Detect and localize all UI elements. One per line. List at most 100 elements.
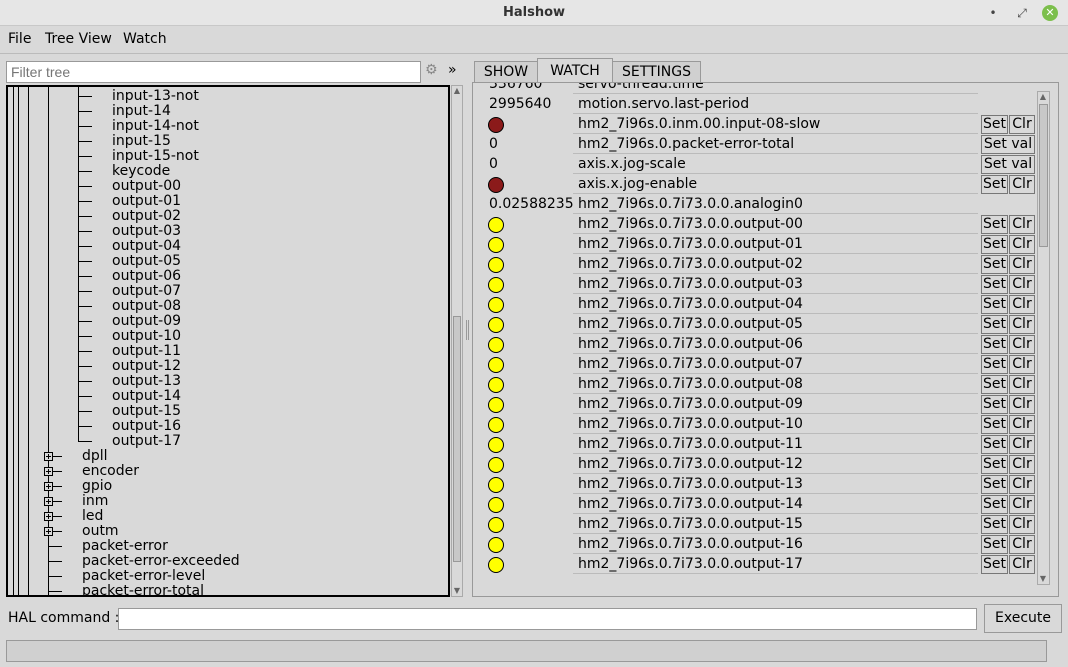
tree-scroll-thumb[interactable] <box>453 316 461 562</box>
set-button[interactable]: Set <box>981 235 1008 254</box>
hal-command-input[interactable] <box>118 608 977 630</box>
set-button[interactable]: Set <box>981 435 1008 454</box>
expand-panel-icon[interactable]: » <box>448 62 462 80</box>
clear-button[interactable]: Clr <box>1009 555 1035 574</box>
menu-file[interactable]: File <box>8 31 31 47</box>
tree-branch[interactable]: inm <box>82 494 108 509</box>
clear-button[interactable]: Clr <box>1009 335 1035 354</box>
tree-node[interactable]: input-14-not <box>112 119 199 134</box>
execute-button[interactable]: Execute <box>984 604 1062 633</box>
expand-icon[interactable] <box>44 527 53 536</box>
clear-button[interactable]: Clr <box>1009 315 1035 334</box>
tree-node[interactable]: output-15 <box>112 404 181 419</box>
expand-icon[interactable] <box>44 497 53 506</box>
tree-node[interactable]: output-14 <box>112 389 181 404</box>
expand-icon[interactable] <box>44 467 53 476</box>
tree-node[interactable]: output-10 <box>112 329 181 344</box>
set-button[interactable]: Set <box>981 375 1008 394</box>
tree-node[interactable]: packet-error-total <box>82 584 204 596</box>
pane-sash[interactable] <box>466 320 469 340</box>
tree-node[interactable]: packet-error <box>82 539 168 554</box>
hal-tree[interactable]: input-13-not input-14 input-14-not input-15… <box>6 85 450 597</box>
clear-button[interactable]: Clr <box>1009 455 1035 474</box>
tree-node[interactable]: output-06 <box>112 269 181 284</box>
expand-icon[interactable] <box>44 452 53 461</box>
clear-button[interactable]: Clr <box>1009 255 1035 274</box>
tree-node[interactable]: output-13 <box>112 374 181 389</box>
set-button[interactable]: Set <box>981 315 1008 334</box>
tree-node[interactable]: output-17 <box>112 434 181 449</box>
maximize-icon[interactable]: ⤢ <box>1013 4 1031 22</box>
set-button[interactable]: Set <box>981 355 1008 374</box>
clear-button[interactable]: Clr <box>1009 495 1035 514</box>
set-button[interactable]: Set <box>981 555 1008 574</box>
tree-node[interactable]: input-14 <box>112 104 171 119</box>
filter-tree-input[interactable] <box>6 61 421 83</box>
set-value-button[interactable]: Set val <box>981 155 1035 174</box>
clear-button[interactable]: Clr <box>1009 235 1035 254</box>
clear-button[interactable]: Clr <box>1009 175 1035 194</box>
tree-branch[interactable]: gpio <box>82 479 112 494</box>
set-button[interactable]: Set <box>981 175 1008 194</box>
tree-node[interactable]: output-01 <box>112 194 181 209</box>
scroll-down-icon[interactable]: ▼ <box>452 586 462 596</box>
tree-node[interactable]: output-16 <box>112 419 181 434</box>
menu-watch[interactable]: Watch <box>123 31 167 47</box>
clear-button[interactable]: Clr <box>1009 415 1035 434</box>
scroll-up-icon[interactable]: ▲ <box>1038 92 1048 102</box>
tree-scrollbar[interactable]: ▲ ▼ <box>451 85 463 597</box>
clear-button[interactable]: Clr <box>1009 295 1035 314</box>
tab-show[interactable]: SHOW <box>474 61 538 83</box>
tree-node[interactable]: output-00 <box>112 179 181 194</box>
clear-button[interactable]: Clr <box>1009 115 1035 134</box>
set-button[interactable]: Set <box>981 475 1008 494</box>
clear-button[interactable]: Clr <box>1009 395 1035 414</box>
watch-scrollbar[interactable]: ▲ ▼ <box>1037 91 1050 585</box>
tree-node[interactable]: output-12 <box>112 359 181 374</box>
set-button[interactable]: Set <box>981 515 1008 534</box>
clear-button[interactable]: Clr <box>1009 275 1035 294</box>
set-button[interactable]: Set <box>981 415 1008 434</box>
tree-node[interactable]: output-02 <box>112 209 181 224</box>
clear-button[interactable]: Clr <box>1009 355 1035 374</box>
tab-watch[interactable]: WATCH <box>537 58 613 83</box>
tree-branch[interactable]: dpll <box>82 449 108 464</box>
tree-node[interactable]: output-11 <box>112 344 181 359</box>
tree-node[interactable]: output-04 <box>112 239 181 254</box>
expand-icon[interactable] <box>44 482 53 491</box>
set-button[interactable]: Set <box>981 295 1008 314</box>
tree-node[interactable]: output-03 <box>112 224 181 239</box>
expand-icon[interactable] <box>44 512 53 521</box>
tree-node[interactable]: packet-error-level <box>82 569 205 584</box>
tree-node[interactable]: input-15 <box>112 134 171 149</box>
watch-scroll-thumb[interactable] <box>1039 104 1048 247</box>
tree-node[interactable]: keycode <box>112 164 170 179</box>
minimize-icon[interactable]: • <box>984 4 1002 22</box>
set-button[interactable]: Set <box>981 335 1008 354</box>
scroll-up-icon[interactable]: ▲ <box>452 86 462 96</box>
tree-branch[interactable]: outm <box>82 524 119 539</box>
set-button[interactable]: Set <box>981 215 1008 234</box>
tree-node[interactable]: output-05 <box>112 254 181 269</box>
set-button[interactable]: Set <box>981 535 1008 554</box>
clear-button[interactable]: Clr <box>1009 535 1035 554</box>
close-icon[interactable]: ✕ <box>1042 5 1058 21</box>
menu-tree-view[interactable]: Tree View <box>45 31 112 47</box>
clear-button[interactable]: Clr <box>1009 515 1035 534</box>
set-button[interactable]: Set <box>981 495 1008 514</box>
set-button[interactable]: Set <box>981 255 1008 274</box>
clear-button[interactable]: Clr <box>1009 475 1035 494</box>
set-button[interactable]: Set <box>981 395 1008 414</box>
tab-settings[interactable]: SETTINGS <box>612 61 701 83</box>
tree-node[interactable]: packet-error-exceeded <box>82 554 240 569</box>
tree-branch[interactable]: led <box>82 509 103 524</box>
tree-node[interactable]: output-07 <box>112 284 181 299</box>
tree-node[interactable]: output-09 <box>112 314 181 329</box>
scroll-down-icon[interactable]: ▼ <box>1038 574 1048 584</box>
set-value-button[interactable]: Set val <box>981 135 1035 154</box>
tree-branch[interactable]: encoder <box>82 464 139 479</box>
tree-node[interactable]: output-08 <box>112 299 181 314</box>
set-button[interactable]: Set <box>981 115 1008 134</box>
tree-node[interactable]: input-15-not <box>112 149 199 164</box>
clear-button[interactable]: Clr <box>1009 375 1035 394</box>
